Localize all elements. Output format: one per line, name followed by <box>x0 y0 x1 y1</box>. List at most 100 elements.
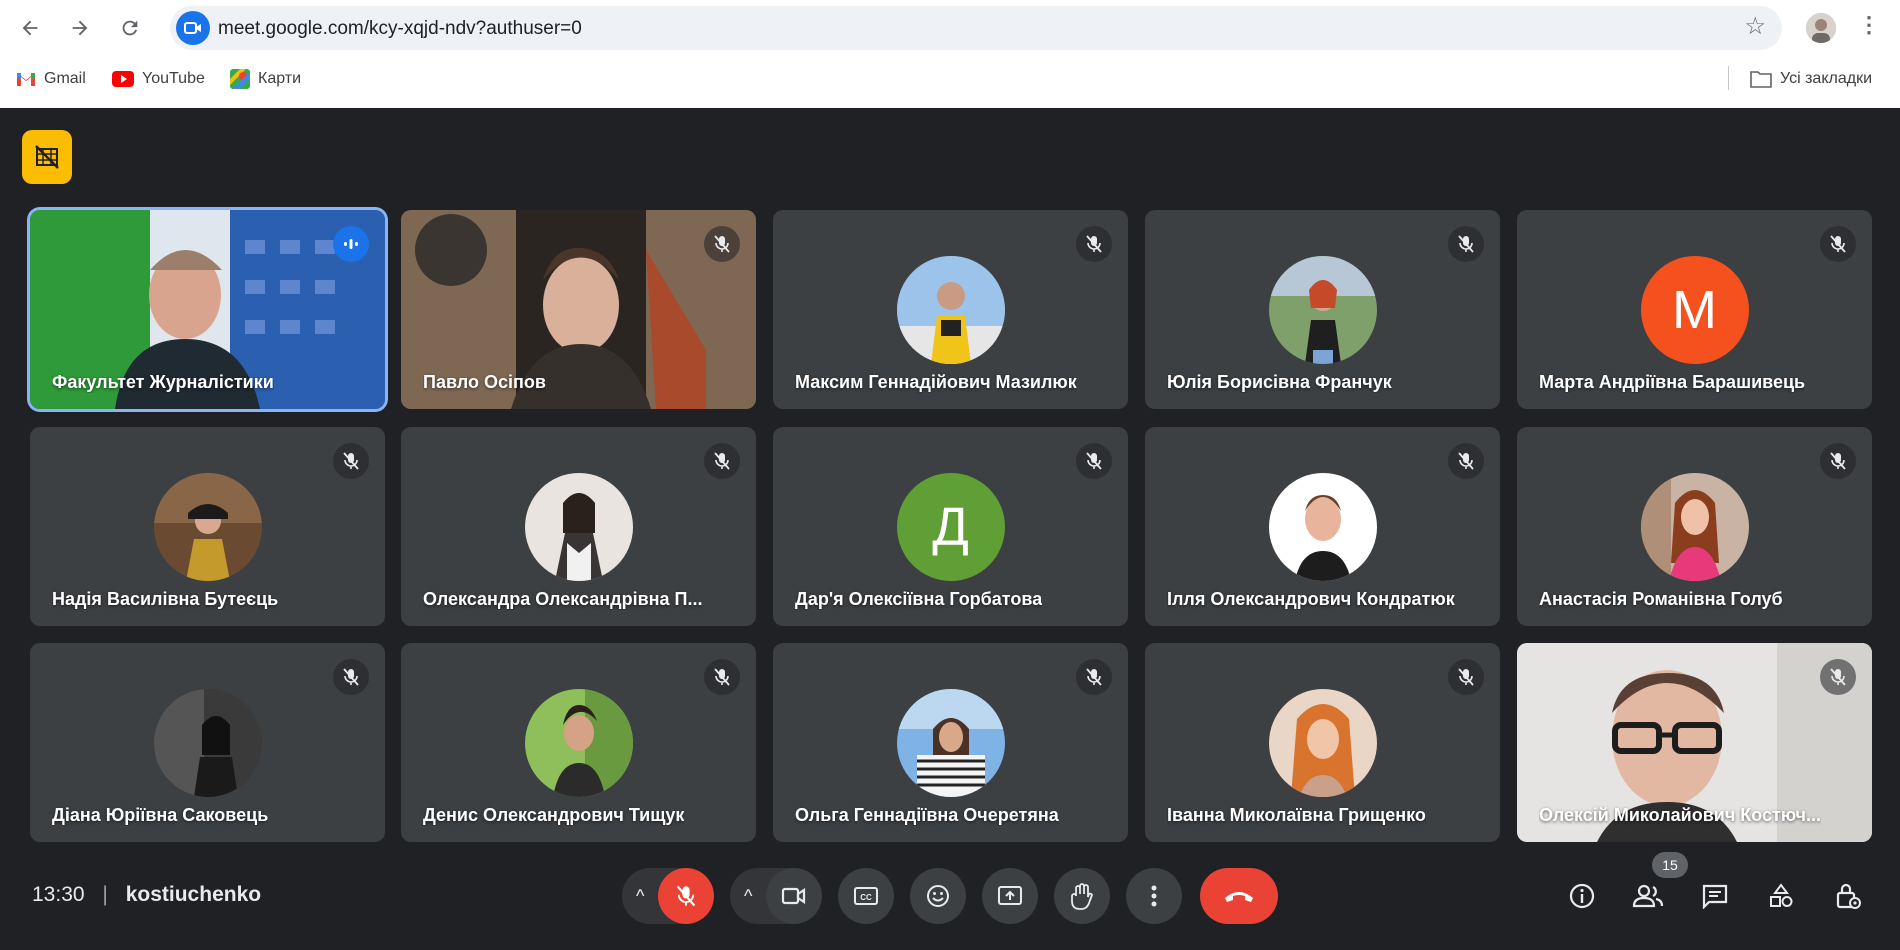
leave-call-button[interactable] <box>1200 868 1278 924</box>
avatar-letter: M <box>1672 280 1717 340</box>
participant-tile[interactable]: Анастасія Романівна Голуб <box>1517 427 1872 626</box>
participant-avatar <box>1268 256 1377 364</box>
bookmark-label: Карти <box>258 70 302 87</box>
url-text[interactable]: meet.google.com/kcy-xqjd-ndv?authuser=0 <box>218 18 582 40</box>
browser-menu-icon[interactable]: ⋮ <box>1858 12 1880 38</box>
participant-name: Ілля Олександрович Кондратюк <box>1167 589 1455 609</box>
participant-avatar <box>896 689 1005 797</box>
mic-off-icon <box>1448 443 1484 479</box>
participant-tile[interactable]: Ольга Геннадіївна Очеретяна <box>773 643 1128 842</box>
participant-tile[interactable]: Олександра Олександрівна П... <box>401 427 756 626</box>
browser-chrome: meet.google.com/kcy-xqjd-ndv?authuser=0 … <box>0 0 1900 108</box>
participant-name: Олександра Олександрівна П... <box>423 589 703 609</box>
more-options-button[interactable] <box>1126 868 1182 924</box>
captions-button[interactable]: CC <box>838 868 894 924</box>
present-screen-button[interactable] <box>982 868 1038 924</box>
gmail-icon <box>17 73 35 86</box>
activities-icon <box>1770 883 1793 907</box>
all-bookmarks-label: Усі закладки <box>1780 70 1873 87</box>
meeting-separator: | <box>102 883 108 906</box>
reactions-button[interactable] <box>910 868 966 924</box>
bookmark-maps[interactable]: Карти <box>230 66 301 92</box>
participant-avatar <box>896 256 1005 364</box>
participant-name: Павло Осіпов <box>423 372 546 392</box>
participant-tile[interactable]: Павло Осіпов <box>401 210 756 409</box>
svg-text:CC: CC <box>860 893 872 902</box>
reload-icon[interactable] <box>112 10 148 46</box>
avatar-letter: Д <box>932 497 969 557</box>
participant-tile[interactable]: Юлія Борисівна Франчук <box>1145 210 1500 409</box>
chevron-up-icon: ^ <box>744 885 753 906</box>
participant-tile[interactable]: Ілля Олександрович Кондратюк <box>1145 427 1500 626</box>
participant-name: Олексій Миколайович Костюч... <box>1539 805 1821 825</box>
bookmark-gmail[interactable]: Gmail <box>16 66 86 92</box>
forward-icon[interactable] <box>62 10 98 46</box>
mic-off-icon <box>1448 226 1484 262</box>
video-off-warning-button[interactable] <box>22 130 72 184</box>
activities-button[interactable] <box>1763 878 1799 914</box>
participant-tile[interactable]: Д Дар'я Олексіївна Горбатова <box>773 427 1128 626</box>
address-bar[interactable]: meet.google.com/kcy-xqjd-ndv?authuser=0 … <box>170 6 1782 50</box>
participant-tile[interactable]: Іванна Миколаївна Грищенко <box>1145 643 1500 842</box>
participant-tile[interactable]: Надія Василівна Бутеєць <box>30 427 385 626</box>
raise-hand-button[interactable] <box>1054 868 1110 924</box>
info-icon <box>1569 883 1595 909</box>
participant-avatar <box>153 473 262 581</box>
bookmark-youtube[interactable]: YouTube <box>112 66 205 92</box>
microphone-toggle-button[interactable] <box>658 868 714 924</box>
mic-off-icon <box>1820 226 1856 262</box>
camera-toggle-button[interactable] <box>766 868 822 924</box>
present-icon <box>998 886 1022 905</box>
participant-avatar <box>153 689 262 797</box>
emoji-icon <box>927 885 949 907</box>
host-lock-icon <box>1836 883 1861 909</box>
participant-avatar <box>1268 473 1377 581</box>
participant-name: Ольга Геннадіївна Очеретяна <box>795 805 1059 825</box>
participant-tile[interactable]: Максим Геннадійович Мазилюк <box>773 210 1128 409</box>
participant-tile[interactable]: Діана Юріївна Саковець <box>30 643 385 842</box>
participant-avatar <box>524 689 633 797</box>
meet-site-icon[interactable] <box>176 11 210 45</box>
maps-icon <box>230 69 250 89</box>
participant-tile[interactable]: Денис Олександрович Тищук <box>401 643 756 842</box>
participant-name: Юлія Борисівна Франчук <box>1167 372 1392 392</box>
profile-avatar[interactable] <box>1806 13 1836 43</box>
participant-name: Діана Юріївна Саковець <box>52 805 269 825</box>
people-icon <box>1632 884 1664 908</box>
mic-off-icon <box>333 659 369 695</box>
chat-icon <box>1702 884 1728 909</box>
participant-tile[interactable]: Олексій Миколайович Костюч... <box>1517 643 1872 842</box>
host-controls-button[interactable] <box>1830 878 1866 914</box>
mic-off-icon <box>676 885 696 907</box>
mic-off-icon <box>1076 659 1112 695</box>
mic-off-icon <box>704 443 740 479</box>
participant-avatar <box>1268 689 1377 797</box>
participant-name: Максим Геннадійович Мазилюк <box>795 372 1077 392</box>
chat-button[interactable] <box>1697 878 1733 914</box>
meeting-details-button[interactable] <box>1564 878 1600 914</box>
more-vert-icon <box>1151 885 1157 907</box>
mic-off-icon <box>1820 443 1856 479</box>
bookmark-star-icon[interactable]: ☆ <box>1744 12 1766 41</box>
mic-off-icon <box>1820 659 1856 695</box>
participant-count-badge: 15 <box>1652 852 1688 878</box>
chevron-up-icon: ^ <box>636 885 645 906</box>
participant-tile[interactable]: Факультет Журналістики <box>30 210 385 409</box>
participant-tile[interactable]: M Марта Андріївна Барашивець <box>1517 210 1872 409</box>
end-call-icon <box>1225 892 1253 902</box>
raise-hand-icon <box>1071 883 1093 910</box>
mic-off-icon <box>1076 226 1112 262</box>
mic-off-icon <box>704 226 740 262</box>
folder-icon <box>1750 71 1772 88</box>
participant-name: Марта Андріївна Барашивець <box>1539 372 1806 392</box>
participant-name: Анастасія Романівна Голуб <box>1539 589 1783 609</box>
people-button[interactable] <box>1630 878 1666 914</box>
bookmarks-divider <box>1728 66 1729 90</box>
participant-name: Іванна Миколаївна Грищенко <box>1167 805 1426 825</box>
all-bookmarks[interactable]: Усі закладки <box>1750 66 1872 92</box>
back-icon[interactable] <box>12 10 48 46</box>
no-video-icon <box>35 145 59 169</box>
participant-name: Дар'я Олексіївна Горбатова <box>795 589 1043 609</box>
bookmark-label: YouTube <box>142 70 205 87</box>
youtube-icon <box>112 71 134 87</box>
